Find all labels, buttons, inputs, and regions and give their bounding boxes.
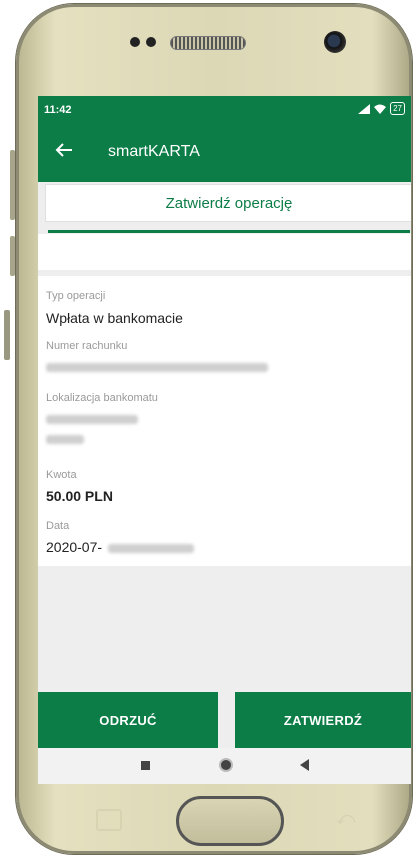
nav-back-icon[interactable] [300,759,309,771]
screen: 11:42 27 smartKARTA Zatwierdź operację T… [38,96,411,784]
home-icon[interactable] [219,758,233,772]
status-bar: 11:42 27 [38,96,411,124]
date-label: Data [46,520,70,532]
app-bar: smartKARTA [38,124,411,182]
bixby-button [10,236,15,276]
reject-button[interactable]: ODRZUĆ [38,692,218,748]
proximity-sensor-icon [130,37,140,47]
signal-icon [358,103,371,114]
status-icons: 27 [358,102,405,115]
atm-location-redacted-line2 [46,435,84,444]
amount-value: 50.00 PLN [46,488,113,504]
operation-type-value: Wpłata w bankomacie [46,310,183,326]
speaker-grille-icon [170,36,246,50]
status-time: 11:42 [44,104,72,116]
account-number-label: Numer rachunku [46,340,128,352]
date-value: 2020-07- [46,539,103,555]
atm-location-label: Lokalizacja bankomatu [46,392,158,404]
recent-apps-icon[interactable] [141,761,150,770]
operation-type-label: Typ operacji [46,290,106,302]
atm-location-redacted-line1 [46,415,138,424]
back-arrow-icon[interactable] [52,138,76,162]
approve-button[interactable]: ZATWIERDŹ [235,692,411,748]
amount-label: Kwota [46,469,77,481]
date-redacted [108,544,194,553]
app-title: smartKARTA [108,143,200,160]
operation-details: Typ operacji Wpłata w bankomacie Numer r… [38,276,411,566]
side-key [4,310,10,360]
top-bezel [0,0,416,100]
hardware-back-key-icon: ⤺ [336,808,356,828]
light-sensor-icon [146,37,156,47]
hardware-home-button [176,796,284,846]
account-number-redacted [46,363,268,372]
spacer-band [38,234,411,270]
battery-icon: 27 [390,102,405,115]
confirm-operation-header: Zatwierdź operację [45,184,411,222]
hardware-recent-key-icon [96,809,122,831]
volume-button [10,150,15,220]
wifi-icon [374,104,387,114]
header-underline [48,230,410,233]
front-camera-icon [324,31,346,53]
navigation-bar [38,748,411,784]
